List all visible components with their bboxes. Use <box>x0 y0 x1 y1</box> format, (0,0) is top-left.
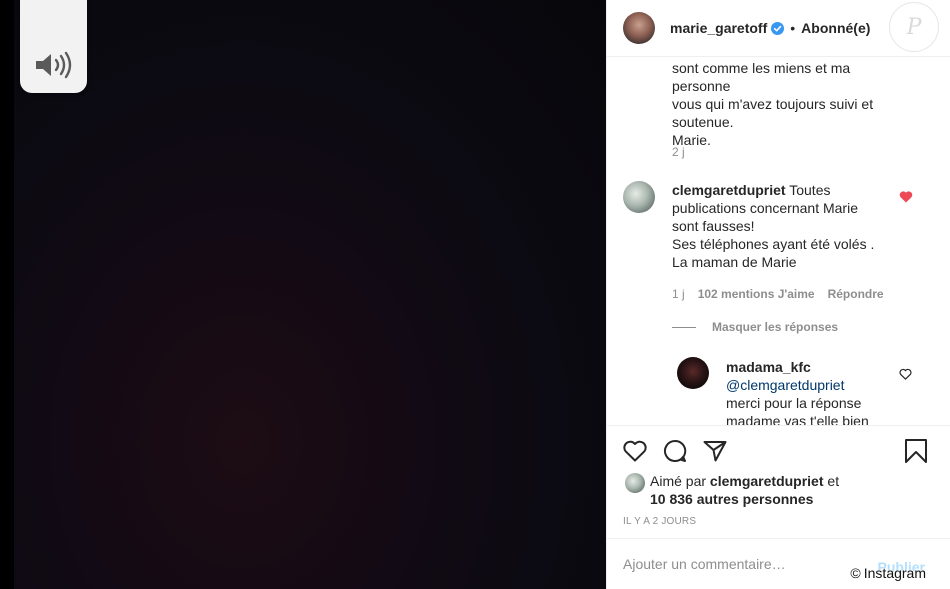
likes-user[interactable]: clemgaretdupriet <box>710 473 824 489</box>
post-header: marie_garetoff • Abonné(e) P <box>607 0 950 57</box>
likes-avatar[interactable] <box>625 473 645 493</box>
likes-prefix: Aimé par <box>650 473 710 489</box>
reply-username[interactable]: madama_kfc <box>726 358 896 376</box>
comment-bubble-icon[interactable] <box>662 438 688 464</box>
reply-text: madama_kfc @clemgaretdupriet merci pour … <box>726 358 896 425</box>
comment-line: Ses téléphones ayant été volés . <box>672 236 875 252</box>
comment-line: Toutes <box>785 182 831 198</box>
caption-timestamp[interactable]: 2 j <box>672 145 685 159</box>
comment-meta: 1 j 102 mentions J'aime Répondre <box>672 287 884 301</box>
like-heart-icon[interactable] <box>622 438 648 464</box>
post-side-panel: marie_garetoff • Abonné(e) P sont comme … <box>606 0 950 589</box>
author-username[interactable]: marie_garetoff <box>670 20 767 36</box>
comment-line: sont fausses! <box>672 218 755 234</box>
comment-text: clemgaretdupriet Toutes publications con… <box>672 181 902 271</box>
likes-others-link[interactable]: 10 836 autres personnes <box>650 491 813 507</box>
replies-divider <box>672 326 696 328</box>
hide-replies-button[interactable]: Masquer les réponses <box>672 320 838 334</box>
comments-list[interactable]: sont comme les miens et ma personne vous… <box>607 57 950 425</box>
post-timestamp[interactable]: Il y a 2 jours <box>623 516 696 527</box>
comment-input[interactable] <box>623 556 863 572</box>
save-bookmark-icon[interactable] <box>903 438 929 464</box>
caption-line: soutenue. <box>672 114 734 130</box>
comment-timestamp[interactable]: 1 j <box>672 287 685 301</box>
comment-line: publications concernant Marie <box>672 200 858 216</box>
speaker-volume-icon <box>35 51 71 79</box>
likes-summary: Aimé par clemgaretdupriet et 10 836 autr… <box>650 472 839 508</box>
credit-text: Instagram <box>863 565 926 581</box>
post-actions-section: Aimé par clemgaretdupriet et 10 836 autr… <box>607 425 950 538</box>
sound-toggle-button[interactable] <box>20 0 87 93</box>
caption-line: sont comme les miens et ma personne <box>672 60 851 94</box>
reply-line: madame vas t'elle bien <box>726 413 869 425</box>
media-left-edge <box>0 0 14 589</box>
comment-username[interactable]: clemgaretdupriet <box>672 182 786 198</box>
copyright-symbol: © <box>850 565 861 581</box>
share-send-icon[interactable] <box>702 438 728 464</box>
comment-line: La maman de Marie <box>672 254 797 270</box>
post-video[interactable] <box>0 0 606 589</box>
reply-like-heart-icon[interactable] <box>899 367 912 385</box>
logo-letter: P <box>906 14 922 40</box>
reply-mention-link[interactable]: @clemgaretdupriet <box>726 376 896 394</box>
caption-line: vous qui m'avez toujours suivi et <box>672 96 874 112</box>
likes-suffix: et <box>823 473 840 489</box>
author-avatar[interactable] <box>623 12 655 44</box>
comment-like-heart-icon[interactable] <box>899 190 913 208</box>
caption-text: sont comme les miens et ma personne vous… <box>672 59 912 149</box>
comment-avatar[interactable] <box>623 181 655 213</box>
hide-replies-label: Masquer les réponses <box>712 320 839 334</box>
verified-badge-icon <box>771 21 785 35</box>
caption-line: Marie. <box>672 132 711 148</box>
add-comment-form: Publier <box>607 538 950 589</box>
header-separator: • <box>790 20 796 36</box>
reply-avatar[interactable] <box>677 357 709 389</box>
comment-likes-count[interactable]: 102 mentions J'aime <box>698 287 815 301</box>
reply-button[interactable]: Répondre <box>828 287 884 301</box>
instagram-credit-watermark: © Instagram <box>850 565 926 581</box>
reply-line: merci pour la réponse <box>726 395 862 411</box>
purepeople-logo-icon: P <box>889 2 939 52</box>
follow-status-button[interactable]: Abonné(e) <box>801 20 870 36</box>
